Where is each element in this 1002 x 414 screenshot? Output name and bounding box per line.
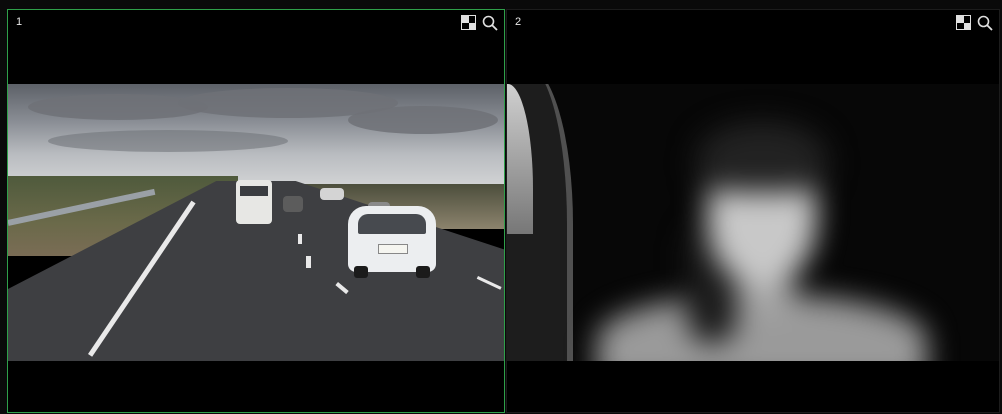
blurred-driver	[587, 104, 927, 361]
lane-marking	[306, 256, 311, 268]
wheel	[354, 266, 368, 278]
wheel	[416, 266, 430, 278]
white-hatchback	[348, 206, 436, 278]
camera-number-label: 1	[16, 16, 23, 28]
camera-grid: 1 2	[0, 0, 1002, 414]
camera-tile-2[interactable]: 2	[506, 9, 1000, 413]
driver-camera-video-frame[interactable]	[507, 84, 999, 361]
cab-interior	[507, 84, 999, 361]
road-camera-video-frame[interactable]	[8, 84, 504, 361]
van-window	[240, 186, 268, 196]
cloud	[348, 106, 498, 134]
search-zoom-icon[interactable]	[976, 14, 993, 31]
distant-car	[283, 196, 303, 212]
camera-number-label: 2	[515, 16, 522, 28]
car-rear-window	[358, 214, 426, 234]
lane-marking	[298, 234, 302, 244]
layout-toggle-icon[interactable]	[460, 14, 477, 31]
license-plate	[378, 244, 408, 254]
camera-tools	[955, 14, 993, 31]
driver-hair	[697, 122, 827, 192]
search-zoom-icon[interactable]	[481, 14, 498, 31]
camera-tile-1[interactable]: 1	[7, 9, 505, 413]
distant-truck	[320, 188, 344, 200]
cloud	[48, 130, 288, 152]
white-van	[236, 180, 272, 224]
layout-toggle-icon[interactable]	[955, 14, 972, 31]
camera-tools	[460, 14, 498, 31]
